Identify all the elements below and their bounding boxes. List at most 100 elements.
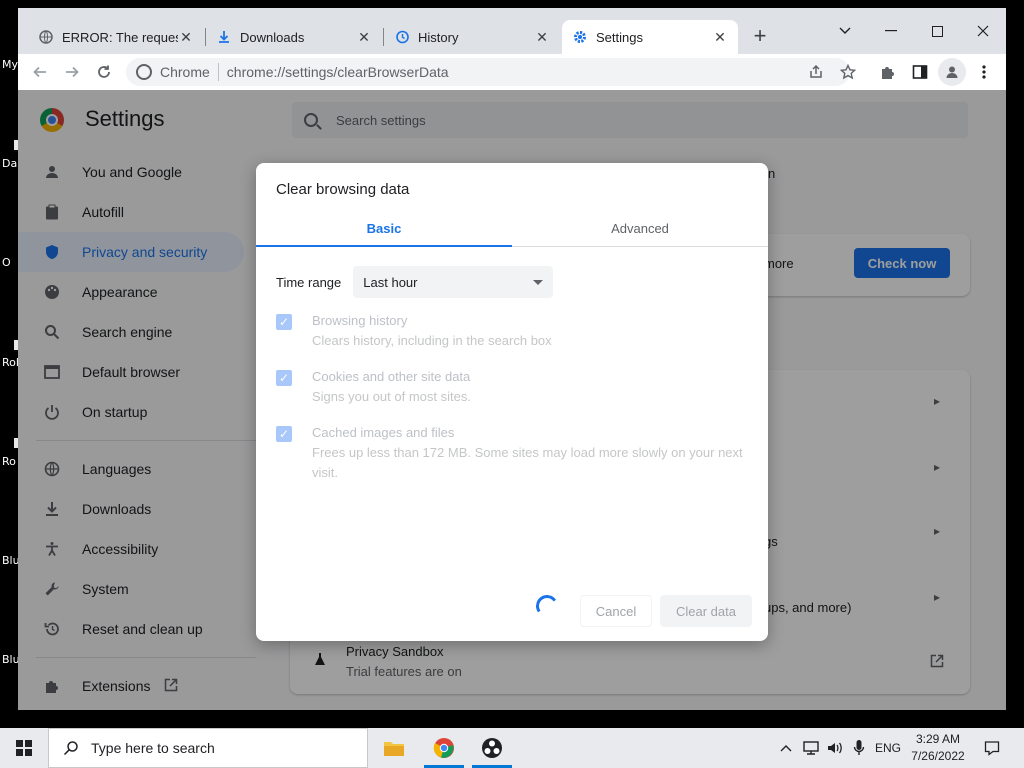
maximize-icon: [931, 25, 943, 37]
obs-taskbar-button[interactable]: [468, 728, 516, 768]
browser-toolbar: Chrome chrome://settings/clearBrowserDat…: [18, 54, 1006, 90]
forward-button[interactable]: [58, 58, 86, 86]
maximize-button[interactable]: [914, 16, 960, 46]
show-hidden-icons-button[interactable]: [776, 728, 796, 768]
dialog-title: Clear browsing data: [276, 181, 410, 198]
share-button[interactable]: [802, 58, 830, 86]
browsing-history-checkbox[interactable]: ✓: [276, 314, 292, 330]
taskbar-clock[interactable]: 3:29 AM 7/26/2022: [908, 731, 968, 765]
tab-title: Settings: [596, 29, 643, 45]
star-icon: [840, 64, 856, 80]
desktop-icon-label[interactable]: Blu: [2, 554, 20, 567]
option-cookies: ✓ Cookies and other site data Signs you …: [276, 367, 752, 407]
menu-button[interactable]: [970, 58, 998, 86]
clock-time: 3:29 AM: [915, 732, 961, 746]
option-cached-images: ✓ Cached images and files Frees up less …: [276, 423, 752, 483]
taskbar-search-placeholder: Type here to search: [91, 740, 215, 756]
option-title: Cookies and other site data: [312, 369, 471, 384]
reload-button[interactable]: [90, 58, 118, 86]
cancel-button[interactable]: Cancel: [580, 595, 652, 627]
loading-spinner: [534, 593, 560, 619]
obs-icon: [482, 738, 502, 758]
microphone-button[interactable]: [848, 728, 870, 768]
back-button[interactable]: [26, 58, 54, 86]
chrome-taskbar-button[interactable]: [420, 728, 468, 768]
tab-downloads[interactable]: Downloads ✕: [206, 20, 382, 54]
option-desc: Clears history, including in the search …: [312, 333, 552, 348]
file-explorer-button[interactable]: [370, 728, 418, 768]
desktop-icon-label[interactable]: O: [2, 256, 11, 269]
tab-settings[interactable]: Settings ✕: [562, 20, 738, 54]
extensions-button[interactable]: [874, 58, 902, 86]
minimize-button[interactable]: [868, 16, 914, 46]
close-icon[interactable]: ✕: [534, 29, 550, 45]
option-title: Cached images and files: [312, 425, 455, 440]
new-tab-button[interactable]: +: [748, 23, 772, 48]
tab-strip: ERROR: The requeste ✕ Downloads ✕ Histor…: [18, 8, 1006, 54]
puzzle-icon: [882, 67, 894, 79]
bookmark-button[interactable]: [834, 58, 862, 86]
network-button[interactable]: [800, 728, 822, 768]
language-indicator[interactable]: ENG: [872, 728, 904, 768]
speaker-icon: [828, 742, 842, 754]
tab-basic[interactable]: Basic: [256, 211, 512, 247]
network-icon: [803, 741, 819, 755]
desktop-icon-label[interactable]: My: [2, 58, 18, 71]
notifications-button[interactable]: [980, 728, 1004, 768]
close-icon[interactable]: ✕: [178, 29, 194, 45]
share-icon: [810, 64, 822, 78]
cookies-checkbox[interactable]: ✓: [276, 370, 292, 386]
chevron-up-icon: [780, 745, 792, 752]
clock-date: 7/26/2022: [911, 749, 965, 763]
cached-images-checkbox[interactable]: ✓: [276, 426, 292, 442]
url-text[interactable]: chrome://settings/clearBrowserData: [227, 64, 449, 80]
microphone-icon: [853, 740, 865, 755]
kebab-menu-icon: [982, 65, 986, 79]
desktop-icon-label[interactable]: Rol: [2, 356, 19, 369]
desktop-icon-label[interactable]: Da: [2, 157, 17, 170]
forward-arrow-icon: [66, 66, 79, 78]
reload-icon: [98, 65, 110, 78]
windows-taskbar: Type here to search ENG 3:29 AM 7/26/202…: [0, 728, 1024, 768]
time-range-value: Last hour: [363, 274, 418, 290]
option-desc: Signs you out of most sites.: [312, 389, 471, 404]
windows-logo-icon: [16, 740, 32, 756]
option-desc: Frees up less than 172 MB. Some sites ma…: [312, 445, 743, 480]
time-range-label: Time range: [276, 274, 342, 290]
tab-title: ERROR: The requeste: [62, 29, 178, 45]
tab-search-button[interactable]: [822, 16, 868, 46]
download-icon: [216, 29, 232, 45]
tab-error[interactable]: ERROR: The requeste ✕: [28, 20, 204, 54]
close-window-button[interactable]: [960, 16, 1006, 46]
chrome-icon: [433, 738, 454, 758]
tab-advanced[interactable]: Advanced: [512, 211, 768, 246]
globe-icon: [38, 29, 54, 45]
side-panel-button[interactable]: [906, 58, 934, 86]
chevron-down-icon: [533, 279, 544, 285]
taskbar-search-input[interactable]: Type here to search: [48, 728, 368, 768]
chevron-down-icon: [839, 27, 851, 34]
clear-data-button[interactable]: Clear data: [660, 595, 752, 627]
minimize-icon: [885, 30, 897, 32]
omnibox-divider: [217, 63, 219, 81]
desktop-icon-label[interactable]: Blu: [2, 653, 20, 666]
profile-button[interactable]: [938, 58, 966, 86]
dialog-tabs: Basic Advanced: [256, 211, 768, 247]
desktop-icon-label[interactable]: Ro: [2, 455, 16, 468]
address-bar[interactable]: Chrome chrome://settings/clearBrowserDat…: [126, 58, 850, 86]
volume-button[interactable]: [824, 728, 846, 768]
clear-browsing-data-dialog: Clear browsing data Basic Advanced Time …: [256, 163, 768, 641]
close-icon[interactable]: ✕: [712, 29, 728, 45]
time-range-select[interactable]: Last hour: [353, 266, 554, 298]
tab-history[interactable]: History ✕: [384, 20, 560, 54]
chrome-icon: [136, 64, 152, 80]
start-button[interactable]: [0, 728, 48, 768]
search-icon: [63, 741, 78, 756]
gear-icon: [572, 29, 588, 45]
tab-title: History: [418, 29, 459, 45]
side-panel-icon: [912, 65, 928, 79]
chip-label: Chrome: [160, 64, 210, 80]
folder-icon: [384, 742, 404, 756]
close-icon[interactable]: ✕: [356, 29, 372, 45]
site-info-chip[interactable]: Chrome: [126, 64, 210, 80]
